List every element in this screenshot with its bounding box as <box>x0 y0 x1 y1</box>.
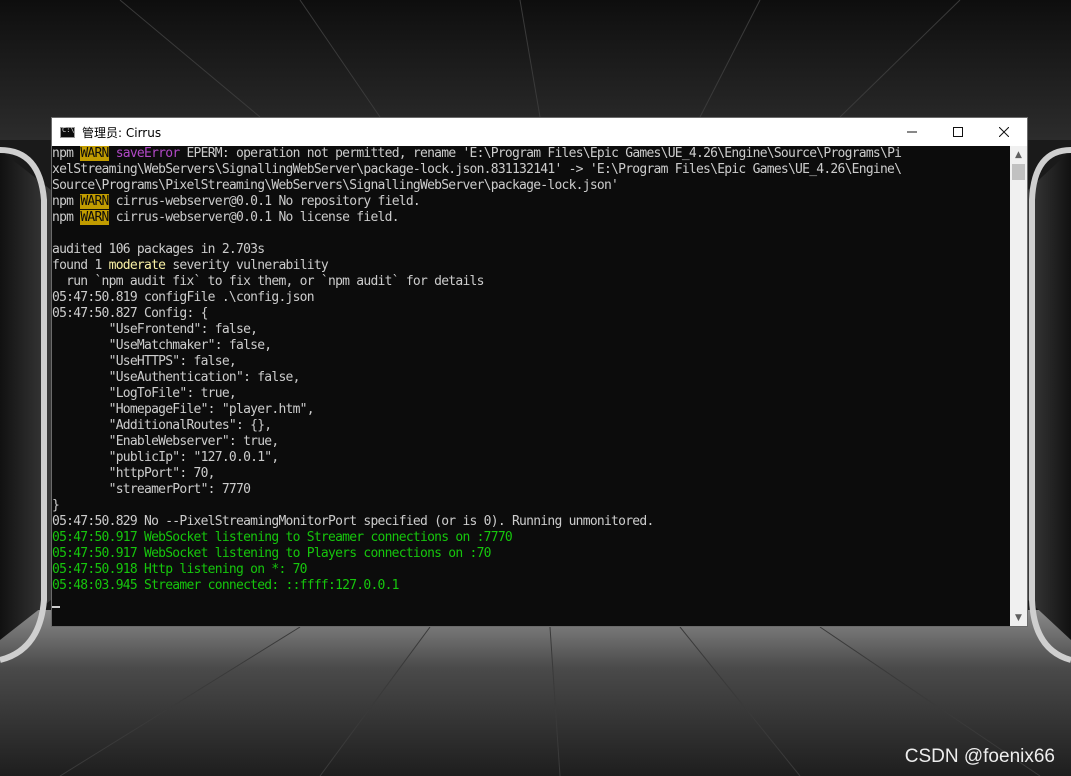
console-text: "publicIp": "127.0.0.1", <box>52 450 280 465</box>
minimize-icon[interactable] <box>889 118 935 146</box>
console-line: "LogToFile": true, <box>52 386 1011 402</box>
console-line: "UseHTTPS": false, <box>52 354 1011 370</box>
title-bar[interactable]: C:\ 管理员: Cirrus <box>52 118 1027 146</box>
window-title: 管理员: Cirrus <box>82 125 162 140</box>
console-text: 05:47:50.819 configFile .\config.json <box>52 290 315 305</box>
console-text: 05:47:50.917 WebSocket listening to Stre… <box>52 530 513 545</box>
console-line <box>52 594 1011 610</box>
console-text: 05:47:50.827 Config: { <box>52 306 208 321</box>
console-text: npm <box>52 146 81 161</box>
warn-badge: WARN <box>80 194 109 209</box>
console-line: 05:47:50.829 No --PixelStreamingMonitorP… <box>52 514 1011 530</box>
console-text: 05:47:50.918 Http listening on *: 70 <box>52 562 308 577</box>
console-text: "LogToFile": true, <box>52 386 237 401</box>
console-line: "streamerPort": 7770 <box>52 482 1011 498</box>
console-text: moderate <box>108 258 166 273</box>
console-line: 05:47:50.917 WebSocket listening to Play… <box>52 546 1011 562</box>
console-text: "UseMatchmaker": false, <box>52 338 273 353</box>
console-text: xelStreaming\WebServers\SignallingWebSer… <box>52 162 902 177</box>
console-text: 05:47:50.829 No --PixelStreamingMonitorP… <box>52 514 654 529</box>
console-line: 05:47:50.819 configFile .\config.json <box>52 290 1011 306</box>
warn-badge: WARN <box>80 210 109 225</box>
console-text: "EnableWebserver": true, <box>52 434 280 449</box>
scrollbar-thumb[interactable] <box>1012 164 1025 180</box>
console-text: saveError <box>115 146 180 161</box>
console-line: 05:47:50.827 Config: { <box>52 306 1011 322</box>
console-line: npm WARN cirrus-webserver@0.0.1 No repos… <box>52 194 1011 210</box>
console-text: "UseHTTPS": false, <box>52 354 237 369</box>
console-text: run `npm audit fix` to fix them, or `npm… <box>52 274 484 289</box>
console-text: "UseAuthentication": false, <box>52 370 301 385</box>
warn-badge: WARN <box>80 146 109 161</box>
window-controls <box>889 118 1027 146</box>
console-text: severity vulnerability <box>165 258 329 273</box>
vertical-scrollbar[interactable]: ▲ ▼ <box>1010 146 1027 626</box>
console-text: "httpPort": 70, <box>52 466 216 481</box>
console-line: found 1 moderate severity vulnerability <box>52 258 1011 274</box>
scroll-up-icon[interactable]: ▲ <box>1010 146 1027 163</box>
console-text: audited 106 packages in 2.703s <box>52 242 265 257</box>
scroll-down-icon[interactable]: ▼ <box>1010 609 1027 626</box>
console-window[interactable]: C:\ 管理员: Cirrus npm WARN saveError EPERM… <box>51 117 1028 627</box>
console-line: "EnableWebserver": true, <box>52 434 1011 450</box>
console-line: "UseMatchmaker": false, <box>52 338 1011 354</box>
console-line: "publicIp": "127.0.0.1", <box>52 450 1011 466</box>
console-text: 05:47:50.917 WebSocket listening to Play… <box>52 546 492 561</box>
console-text: cirrus-webserver@0.0.1 No license field. <box>108 210 400 225</box>
watermark: CSDN @foenix66 <box>904 746 1055 767</box>
text-cursor <box>52 606 60 608</box>
console-line: "httpPort": 70, <box>52 466 1011 482</box>
console-text: "AdditionalRoutes": {}, <box>52 418 273 433</box>
console-text: EPERM: operation not permitted, rename '… <box>179 146 902 161</box>
console-text: Source\Programs\PixelStreaming\WebServer… <box>52 178 619 193</box>
console-line: "AdditionalRoutes": {}, <box>52 418 1011 434</box>
console-text: "UseFrontend": false, <box>52 322 258 337</box>
console-line: xelStreaming\WebServers\SignallingWebSer… <box>52 162 1011 178</box>
console-text: 05:48:03.945 Streamer connected: ::ffff:… <box>52 578 400 593</box>
close-icon[interactable] <box>981 118 1027 146</box>
console-line: audited 106 packages in 2.703s <box>52 242 1011 258</box>
console-text: npm <box>52 210 81 225</box>
console-output[interactable]: npm WARN saveError EPERM: operation not … <box>52 146 1011 626</box>
cmd-icon: C:\ <box>60 126 75 138</box>
console-line: npm WARN cirrus-webserver@0.0.1 No licen… <box>52 210 1011 226</box>
console-text: "HomepageFile": "player.htm", <box>52 402 315 417</box>
console-text: npm <box>52 194 81 209</box>
console-text: "streamerPort": 7770 <box>52 482 251 497</box>
console-line: } <box>52 498 1011 514</box>
console-line: Source\Programs\PixelStreaming\WebServer… <box>52 178 1011 194</box>
console-line: 05:47:50.917 WebSocket listening to Stre… <box>52 530 1011 546</box>
console-line: "UseFrontend": false, <box>52 322 1011 338</box>
console-line: npm WARN saveError EPERM: operation not … <box>52 146 1011 162</box>
console-line: "HomepageFile": "player.htm", <box>52 402 1011 418</box>
console-text: } <box>52 498 60 513</box>
console-line: run `npm audit fix` to fix them, or `npm… <box>52 274 1011 290</box>
console-line: 05:47:50.918 Http listening on *: 70 <box>52 562 1011 578</box>
console-text: cirrus-webserver@0.0.1 No repository fie… <box>108 194 421 209</box>
console-line: 05:48:03.945 Streamer connected: ::ffff:… <box>52 578 1011 594</box>
console-text: found 1 <box>52 258 109 273</box>
console-line: "UseAuthentication": false, <box>52 370 1011 386</box>
maximize-icon[interactable] <box>935 118 981 146</box>
